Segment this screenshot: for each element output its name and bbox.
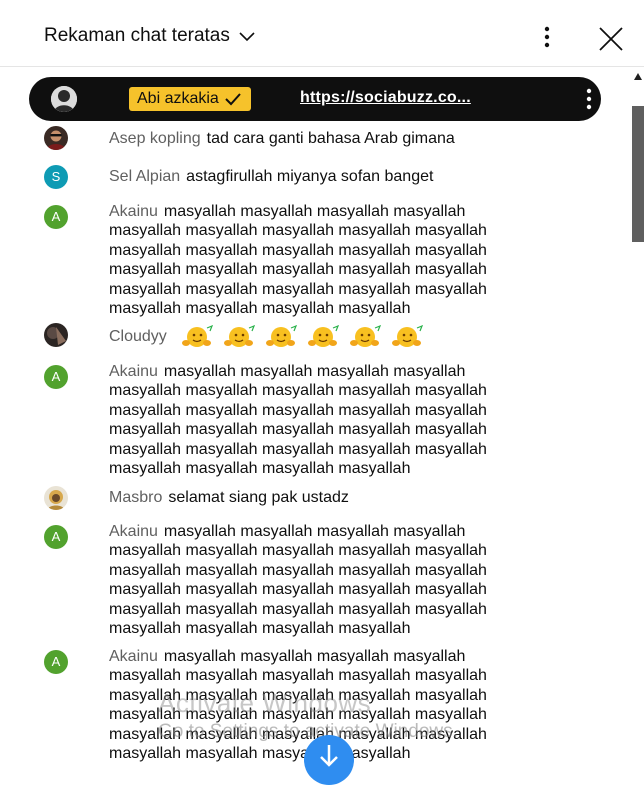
scroll-up-arrow-icon[interactable] [633,72,643,82]
scroll-to-bottom-button[interactable] [304,735,354,785]
avatar [44,486,68,510]
hugging-face-emoji-icon [392,325,424,347]
avatar [44,323,68,347]
avatar: S [44,165,68,189]
scrollbar-thumb[interactable] [632,106,644,242]
hugging-face-emoji-icon [266,325,298,347]
avatar [44,126,68,150]
message-author: Cloudyy [109,328,167,346]
message-text: selamat siang pak ustadz [168,489,349,506]
message-author: Akainu [109,363,158,380]
message-text: astagfirullah miyanya sofan banget [186,168,434,185]
more-vert-icon[interactable] [537,26,557,48]
close-icon[interactable] [598,26,624,52]
arrow-down-icon [320,745,338,767]
message-author: Akainu [109,523,158,540]
avatar: A [44,525,68,549]
message-text: masyallah masyallah masyallah masyallah … [109,363,487,478]
activate-windows-watermark: Activate Windows [158,688,372,718]
message-author: Akainu [109,648,158,665]
header-title: Rekaman chat teratas [44,25,230,46]
hugging-face-emoji-icon [308,325,340,347]
checkmark-icon [225,93,241,106]
chevron-down-icon [239,32,255,42]
message-author: Akainu [109,203,158,220]
chat-mode-dropdown[interactable]: Rekaman chat teratas [44,25,256,47]
pinned-message-banner[interactable]: Abi azkakia https://sociabuzz.co... [29,77,601,121]
pinned-link[interactable]: https://sociabuzz.co... [300,89,471,107]
message-text: tad cara ganti bahasa Arab gimana [206,130,455,147]
avatar: A [44,365,68,389]
hugging-face-emoji-icon [224,325,256,347]
message-author: Asep kopling [109,130,201,147]
more-vert-icon[interactable] [582,88,596,110]
pinned-author-avatar [51,86,77,112]
message-author: Sel Alpian [109,168,181,185]
hugging-face-emoji-icon [350,325,382,347]
emoji-row [181,325,425,349]
pinned-author-badge: Abi azkakia [129,87,251,111]
message-text: masyallah masyallah masyallah masyallah … [109,203,487,318]
hugging-face-emoji-icon [182,325,214,347]
avatar: A [44,650,68,674]
pinned-author: Abi azkakia [137,90,219,107]
avatar: A [44,205,68,229]
message-author: Masbro [109,489,163,506]
chat-header: Rekaman chat teratas [0,0,644,67]
message-text: masyallah masyallah masyallah masyallah … [109,523,487,638]
